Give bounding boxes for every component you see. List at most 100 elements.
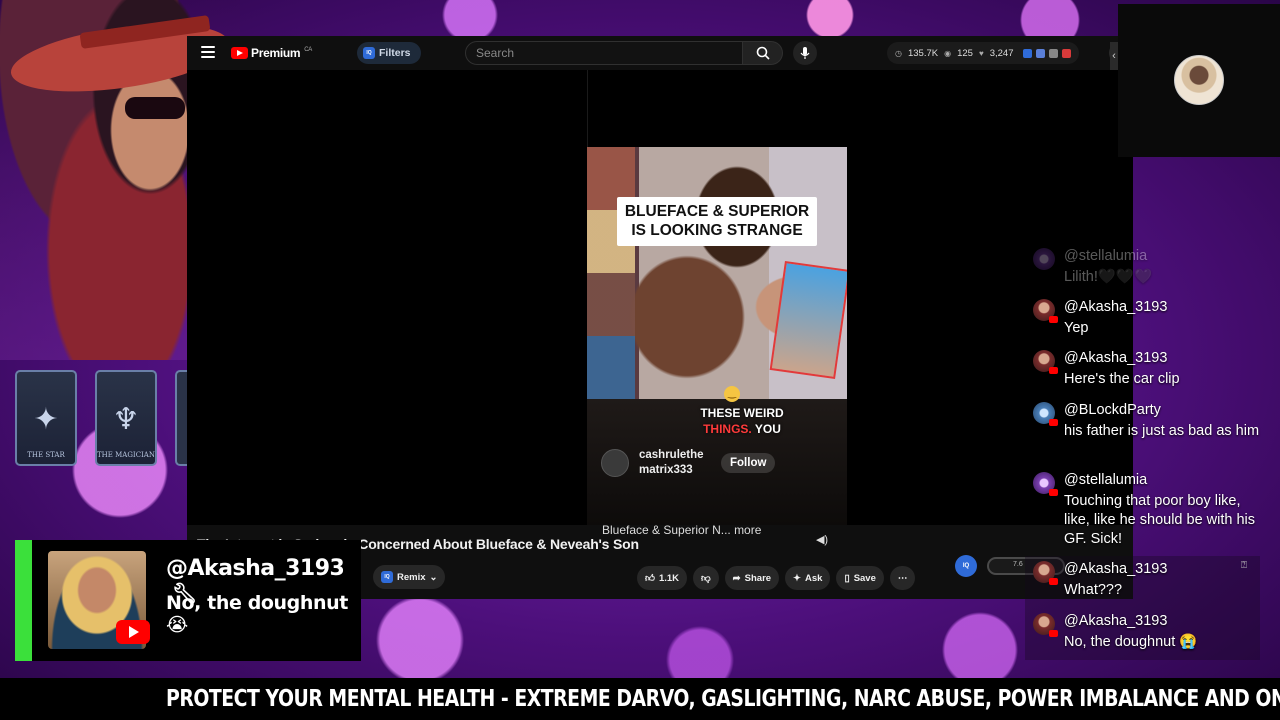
sparkle-icon: ✦	[793, 572, 802, 584]
volume-icon[interactable]: ◀)	[814, 533, 830, 549]
chat-username: @BLockdParty	[1064, 402, 1161, 418]
voice-search-button[interactable]	[793, 41, 817, 65]
microphone-icon	[800, 47, 810, 59]
filters-button[interactable]: IQ Filters	[357, 42, 421, 64]
chat-message: @Akasha_3193 What???	[1033, 561, 1258, 606]
search-button[interactable]	[743, 41, 783, 65]
overlay-rest: YOU	[754, 421, 781, 436]
chat-message: @stellalumia Touching that poor boy like…	[1033, 472, 1258, 552]
hamburger-menu-icon[interactable]	[201, 46, 215, 58]
channel-avatar[interactable]	[601, 448, 629, 477]
chat-text: Here's the car clip	[1064, 371, 1180, 387]
chat-text: What???	[1064, 582, 1123, 598]
region-code: CA	[304, 47, 313, 53]
star-icon: ✦	[33, 402, 59, 437]
chat-message: @Akasha_3193 No, the doughnut 😭	[1033, 613, 1258, 658]
stats-bar: ◷ 135.7K ◉ 125 ♥ 3,247	[887, 42, 1080, 64]
share-button[interactable]: ➦ Share	[724, 566, 780, 590]
thumb-icon: ♥	[978, 48, 984, 58]
chat-username: @stellalumia	[1064, 248, 1148, 264]
chat-text: Lilith!🖤🖤🖤	[1064, 269, 1153, 285]
channel-name[interactable]: cashrulethe matrix333	[639, 448, 711, 478]
views-count: 135.7K	[907, 47, 939, 59]
avatar	[1033, 248, 1055, 270]
featured-chat-card: @Akasha_3193🔧︎ No, the doughnut 😭	[15, 540, 361, 661]
chat-text: Yep	[1064, 320, 1089, 336]
follow-button[interactable]: Follow	[721, 452, 776, 473]
chat-message: @Akasha_3193 Here's the car clip	[1033, 350, 1258, 395]
search-input[interactable]: Search	[465, 41, 743, 65]
dislike-button[interactable]: 👎︎	[693, 566, 719, 590]
eye-icon: ◉	[944, 48, 952, 58]
report-icon[interactable]: ⍰	[1241, 560, 1247, 571]
chat-username: @Akasha_3193	[1064, 613, 1168, 629]
sunglasses	[125, 97, 185, 119]
video-player[interactable]: BLUEFACE & SUPERIOR IS LOOKING STRANGE ‿…	[187, 70, 1133, 546]
iq-icon: IQ	[381, 571, 393, 583]
iq-icon: IQ	[363, 47, 375, 59]
share-label: Share	[744, 572, 772, 584]
like-button[interactable]: 👍︎ 1.1K	[637, 566, 688, 590]
overlay-text: THESE WEIRD THINGS. YOU	[682, 406, 802, 437]
avatar	[1033, 402, 1058, 426]
avatar	[1033, 350, 1058, 374]
views-icon: ◷	[895, 48, 902, 58]
likes-count: 3,247	[989, 47, 1014, 59]
news-ticker: PROTECT YOUR MENTAL HEALTH - EXTREME DAR…	[0, 678, 1280, 720]
save-button[interactable]: ▯ Save	[836, 566, 884, 590]
chat-message: @BLockdParty his father is just as bad a…	[1033, 402, 1260, 464]
ask-button[interactable]: ✦ Ask	[785, 566, 831, 590]
filters-label: Filters	[379, 47, 411, 59]
chat-username: @stellalumia	[1064, 472, 1148, 488]
like-count: 1.1K	[658, 572, 680, 584]
iq-assistant-button[interactable]: IQ	[955, 555, 977, 577]
live-chat: @stellalumia Lilith!🖤🖤🖤 @Akasha_3193 Yep…	[1025, 238, 1260, 660]
viewers-count: 125	[957, 47, 973, 59]
chat-username: @Akasha_3193	[1064, 299, 1168, 315]
tarot-label: THE STAR	[27, 451, 65, 459]
thumbs-down-icon: 👎︎	[701, 573, 711, 584]
overlay-line1: THESE WEIRD	[700, 406, 784, 420]
more-options-button[interactable]: ⋯	[889, 566, 916, 590]
chat-username: @Akasha_3193	[1064, 350, 1168, 366]
youtube-window: Premium CA IQ Filters Search ◷ 135.7K ◉ …	[187, 36, 1133, 599]
channel-row: cashrulethe matrix333 Follow	[601, 448, 776, 478]
youtube-icon	[116, 620, 150, 644]
chat-message: @stellalumia Lilith!🖤🖤🖤	[1033, 248, 1258, 288]
tarot-card-star: ✦ THE STAR	[15, 370, 77, 466]
share-icon: ➦	[732, 572, 741, 584]
webcam-box	[1118, 4, 1280, 157]
window-edge-button[interactable]: ‹	[1110, 42, 1118, 70]
thumbs-up-icon: 👍︎	[645, 573, 655, 584]
featured-username-text: @Akasha_3193	[166, 556, 345, 581]
magician-icon: ♆	[112, 402, 140, 437]
action-row: 👍︎ 1.1K 👎︎ ➦ Share ✦ Ask ▯ Save ⋯	[637, 566, 916, 590]
remix-button[interactable]: IQ Remix ⌄	[373, 565, 446, 589]
ticker-text: PROTECT YOUR MENTAL HEALTH - EXTREME DAR…	[166, 686, 1280, 712]
extension-icons[interactable]	[1023, 48, 1072, 58]
chat-text: his father is just as bad as him	[1064, 423, 1260, 439]
tarot-label: THE MAGICIAN	[97, 451, 155, 459]
avatar	[1033, 561, 1058, 585]
chat-username: @Akasha_3193	[1064, 561, 1168, 577]
video-caption: BLUEFACE & SUPERIOR IS LOOKING STRANGE	[617, 197, 817, 246]
remix-label: Remix	[397, 571, 426, 583]
thumbnail-inset	[769, 260, 847, 380]
webcam-avatar	[1174, 55, 1224, 105]
chat-text: Touching that poor boy like, like, like …	[1064, 493, 1256, 547]
tarot-card-partial	[175, 370, 187, 466]
avatar	[1033, 472, 1058, 496]
overlay-red-word: THINGS.	[703, 421, 752, 436]
bookmark-icon: ▯	[844, 572, 850, 584]
thumbnail-collage	[587, 147, 635, 399]
logo-text: Premium	[251, 46, 301, 60]
short-description[interactable]: Blueface & Superior N... more	[602, 523, 761, 537]
avatar	[1033, 299, 1058, 323]
tarot-card-magician: ♆ THE MAGICIAN	[95, 370, 157, 466]
search-icon	[756, 46, 770, 60]
youtube-topbar: Premium CA IQ Filters Search ◷ 135.7K ◉ …	[187, 36, 1133, 70]
youtube-play-icon	[231, 47, 248, 59]
chat-text: No, the doughnut 😭	[1064, 634, 1198, 650]
video-frame[interactable]: BLUEFACE & SUPERIOR IS LOOKING STRANGE	[587, 147, 847, 399]
youtube-logo[interactable]: Premium CA	[231, 46, 312, 60]
